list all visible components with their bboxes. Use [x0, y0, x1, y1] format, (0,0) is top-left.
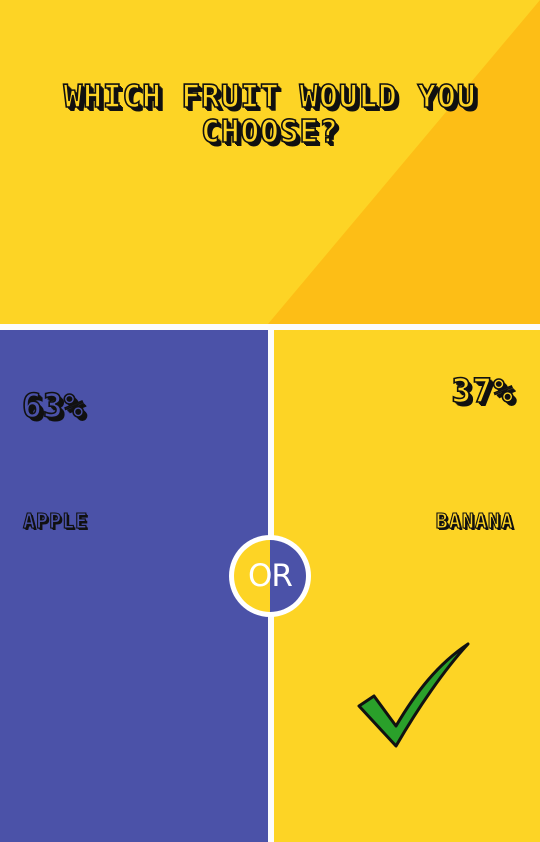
or-text: OR [248, 558, 293, 594]
background-diagonal [268, 0, 540, 324]
apple-percentage: 63% [21, 386, 85, 425]
question-panel: WHICH FRUIT WOULD YOU CHOOSE? [0, 0, 540, 324]
or-badge: OR [228, 534, 312, 618]
apple-label: APPLE [22, 509, 89, 533]
banana-percentage: 37% [451, 371, 514, 410]
banana-label: BANANA [435, 509, 514, 533]
question-title: WHICH FRUIT WOULD YOU CHOOSE? [63, 79, 477, 151]
checkmark-icon [357, 642, 470, 748]
game-screen: WHICH FRUIT WOULD YOU CHOOSE? 63% 37% AP… [0, 0, 540, 842]
